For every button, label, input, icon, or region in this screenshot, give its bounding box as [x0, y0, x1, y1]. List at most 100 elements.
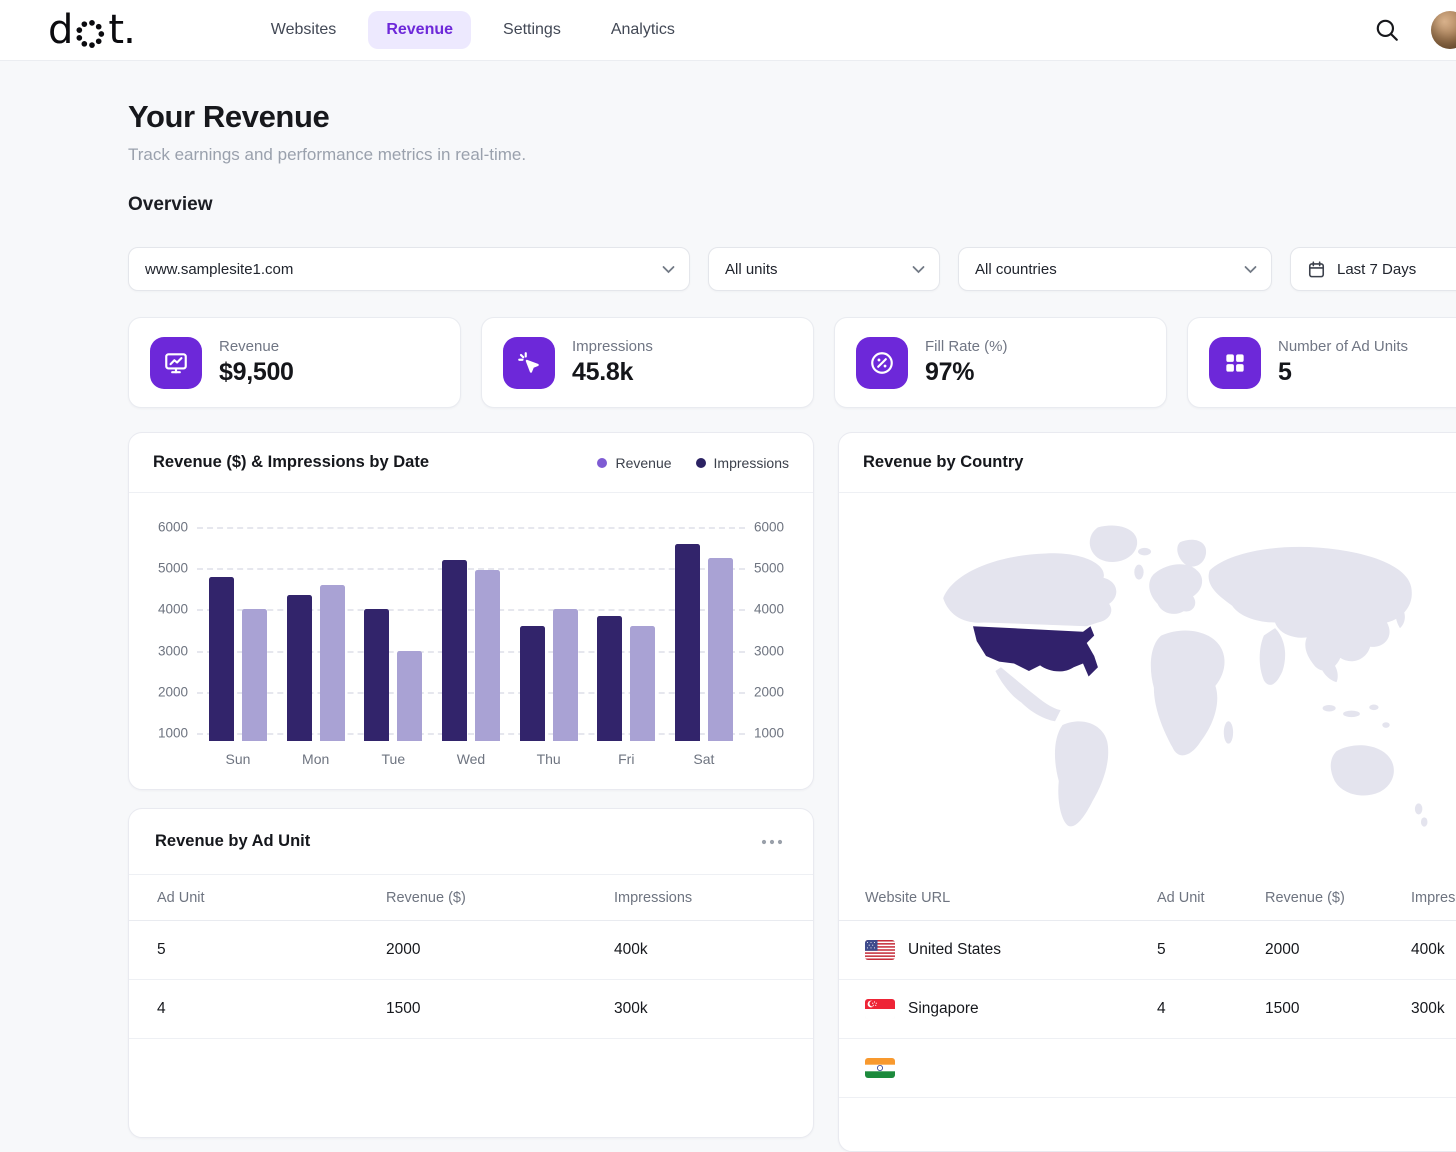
column-header: Website URL — [865, 889, 951, 906]
x-tick-sun: Sun — [225, 751, 251, 767]
card-menu-button[interactable] — [757, 835, 787, 849]
bar-revenue-sat — [707, 558, 733, 741]
bar-group-mon — [286, 519, 345, 741]
user-avatar[interactable] — [1431, 11, 1456, 49]
trend-chart-icon — [150, 336, 202, 389]
stats-row: Revenue $9,500 Impressions 45.8k Fill Ra… — [128, 317, 1456, 408]
brand-logo[interactable]: d t. — [48, 7, 136, 53]
cell-country: Singapore — [908, 1000, 979, 1017]
bar-impressions-thu — [519, 625, 545, 741]
table-row: Singapore 4 1500 300k — [839, 980, 1456, 1039]
countries-select[interactable]: All countries — [958, 247, 1272, 291]
countries-select-value: All countries — [975, 260, 1057, 278]
stat-value: 45.8k — [572, 358, 634, 386]
chevron-down-icon — [1244, 265, 1257, 274]
percent-circle-icon — [856, 336, 908, 389]
singapore-flag-icon — [865, 999, 895, 1019]
date-range-value: Last 7 Days — [1337, 260, 1417, 278]
nav-item-analytics[interactable]: Analytics — [593, 11, 693, 49]
stat-value: 97% — [925, 358, 975, 386]
stat-label: Impressions — [572, 338, 653, 355]
legend-label-impressions: Impressions — [713, 454, 789, 471]
y-tick-label: 1000 — [754, 725, 785, 741]
y-tick-label: 2000 — [754, 684, 785, 700]
ad-units-select[interactable]: All units — [708, 247, 940, 291]
flag-icon — [865, 1058, 895, 1078]
y-tick-label: 1000 — [157, 725, 188, 741]
nav-item-websites[interactable]: Websites — [253, 11, 355, 49]
legend-dot-impressions — [695, 457, 706, 468]
stat-card-revenue: Revenue $9,500 — [128, 317, 461, 408]
overview-heading: Overview — [128, 194, 213, 215]
revenue-by-ad-unit-card: Revenue by Ad Unit Ad Unit Revenue ($) I… — [128, 808, 814, 1138]
ad-units-grid-icon — [1209, 336, 1261, 389]
map-region-united-states — [973, 626, 1098, 677]
bar-revenue-mon — [319, 584, 345, 741]
x-tick-tue: Tue — [381, 751, 406, 767]
bar-revenue-wed — [474, 570, 500, 741]
cell-revenue: 2000 — [386, 941, 421, 958]
table-row: 5 2000 400k — [129, 921, 813, 980]
ad-unit-table-title: Revenue by Ad Unit — [155, 832, 311, 850]
country-table: Website URL Ad Unit Revenue ($) Impressi… — [839, 875, 1456, 1098]
cell-impressions: 300k — [614, 1000, 648, 1017]
bar-impressions-tue — [364, 609, 390, 741]
logo-letter-d: d — [48, 7, 73, 53]
column-header: Ad Unit — [157, 889, 205, 906]
stat-value: 5 — [1278, 358, 1292, 386]
page-subtitle: Track earnings and performance metrics i… — [128, 145, 527, 164]
cell-revenue: 1500 — [386, 1000, 421, 1017]
y-tick-label: 4000 — [754, 601, 785, 617]
ad-units-select-value: All units — [725, 260, 778, 278]
bar-revenue-tue — [397, 650, 423, 741]
nav-item-settings[interactable]: Settings — [485, 11, 579, 49]
table-row — [839, 1039, 1456, 1098]
cell-impressions: 300k — [1411, 1000, 1445, 1017]
calendar-icon — [1307, 260, 1326, 279]
website-select[interactable]: www.samplesite1.com — [128, 247, 690, 291]
cell-ad-unit: 4 — [157, 1000, 166, 1017]
y-axis-right: 1000 2000 3000 4000 5000 6000 — [745, 519, 789, 741]
y-tick-label: 4000 — [157, 601, 188, 617]
legend-item[interactable]: Impressions — [695, 454, 789, 471]
stat-card-ad-units: Number of Ad Units 5 — [1187, 317, 1456, 408]
bar-impressions-mon — [286, 595, 312, 741]
ad-unit-table: Ad Unit Revenue ($) Impressions 5 2000 4… — [129, 875, 813, 1039]
bar-revenue-sun — [242, 609, 267, 741]
cell-impressions: 400k — [614, 941, 648, 958]
ellipsis-icon — [761, 839, 783, 844]
dotted-o-logo-icon — [76, 19, 105, 48]
nav-item-revenue[interactable]: Revenue — [368, 11, 472, 49]
y-tick-label: 5000 — [754, 560, 785, 576]
search-button[interactable] — [1368, 11, 1406, 49]
date-range-select[interactable]: Last 7 Days — [1290, 247, 1456, 291]
stat-card-fill-rate: Fill Rate (%) 97% — [834, 317, 1167, 408]
stat-label: Number of Ad Units — [1278, 338, 1409, 355]
page-title: Your Revenue — [128, 99, 330, 134]
cell-country: United States — [908, 941, 1002, 958]
y-tick-label: 3000 — [157, 643, 188, 659]
x-tick-wed: Wed — [456, 751, 486, 767]
column-header: Ad Unit — [1157, 889, 1205, 906]
bar-impressions-sun — [209, 576, 234, 741]
legend-item[interactable]: Revenue — [597, 455, 672, 471]
bar-groups — [197, 519, 745, 741]
column-header: Revenue ($) — [1265, 889, 1345, 906]
stat-label: Revenue — [219, 338, 280, 355]
y-axis-left: 1000 2000 3000 4000 5000 6000 — [153, 519, 197, 741]
chevron-down-icon — [662, 265, 675, 274]
x-tick-sat: Sat — [693, 751, 715, 767]
cell-ad-unit: 5 — [157, 941, 166, 958]
bar-group-thu — [519, 519, 578, 741]
cell-revenue: 2000 — [1265, 941, 1300, 958]
table-header-row: Website URL Ad Unit Revenue ($) Impressi… — [839, 875, 1456, 921]
bar-revenue-fri — [630, 625, 656, 741]
stat-value: $9,500 — [219, 358, 294, 386]
stat-label: Fill Rate (%) — [925, 338, 1008, 355]
search-icon — [1376, 19, 1398, 41]
x-tick-fri: Fri — [618, 751, 635, 767]
y-tick-label: 3000 — [754, 643, 785, 659]
legend-dot-revenue — [597, 457, 608, 468]
y-tick-label: 6000 — [157, 519, 188, 535]
x-axis: Sun Mon Tue Wed Thu Fri Sat — [197, 751, 745, 767]
